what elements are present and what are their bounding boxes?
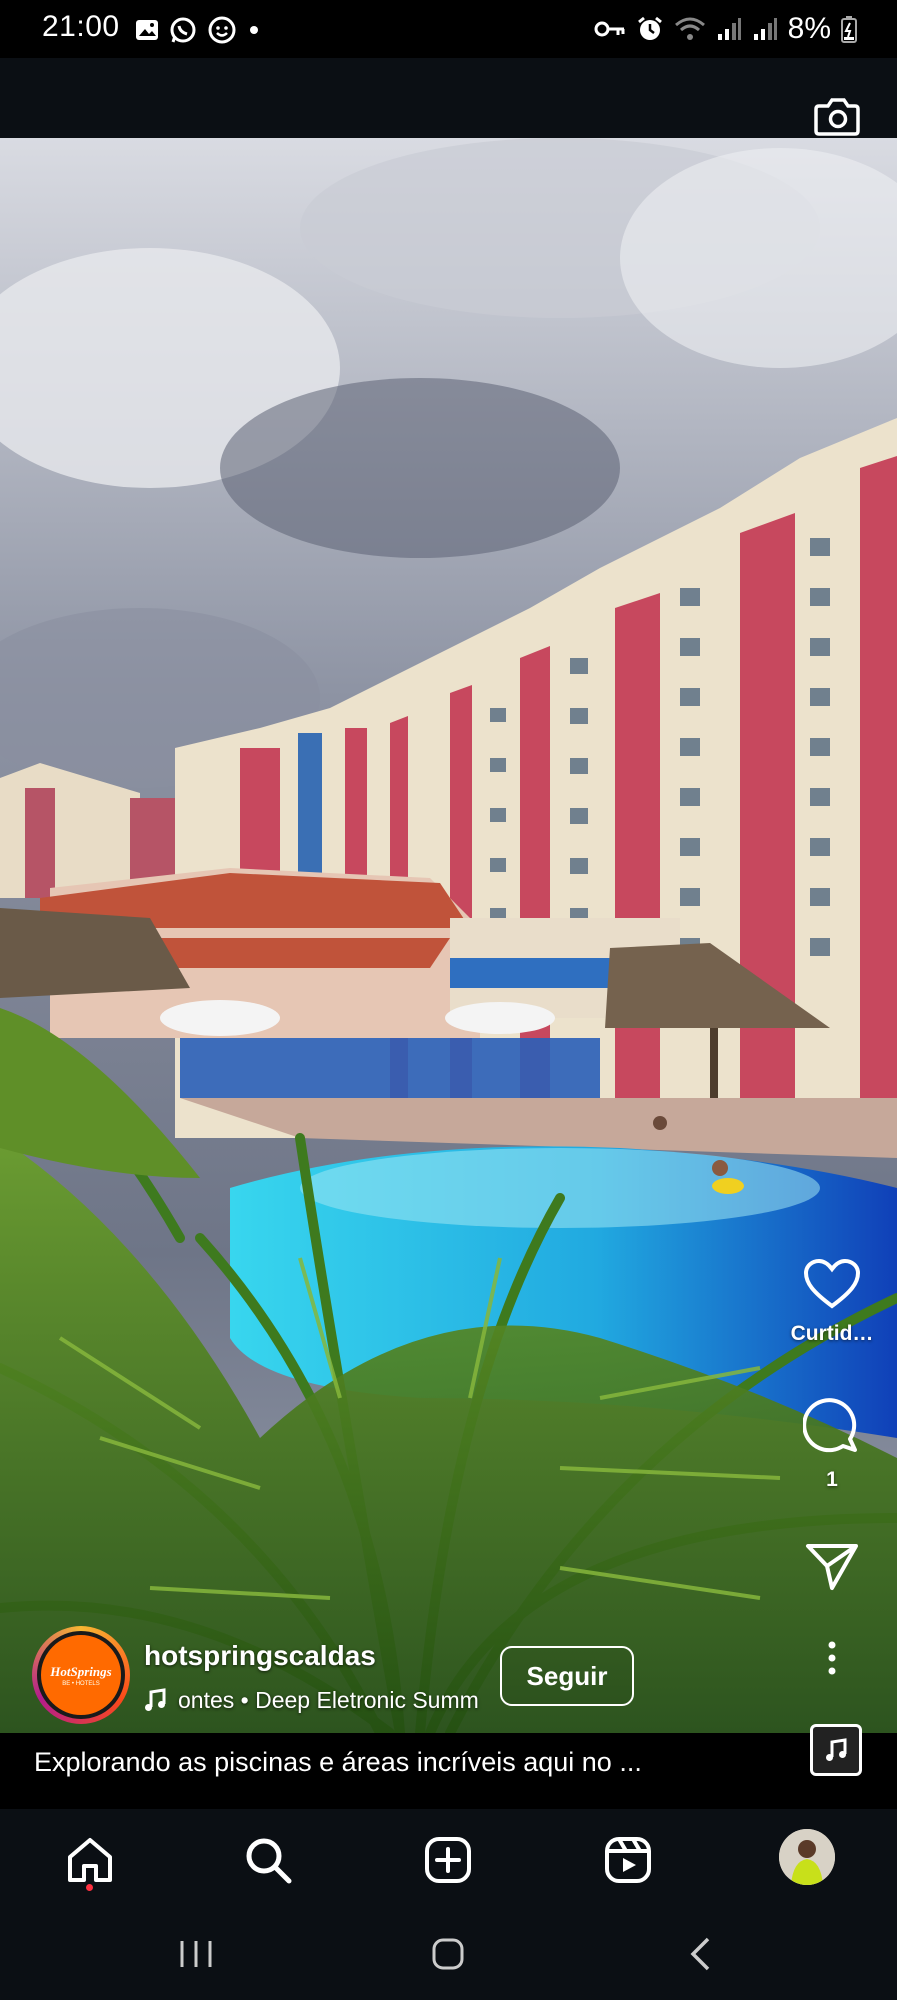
music-note-icon — [826, 1738, 847, 1761]
share-button[interactable] — [767, 1542, 897, 1592]
audio-page-thumbnail[interactable] — [810, 1724, 862, 1776]
notification-dot — [250, 26, 258, 34]
follow-button[interactable]: Seguir — [500, 1646, 634, 1706]
author-avatar[interactable]: HotSprings BE • HOTELS — [32, 1626, 130, 1724]
battery-percent: 8% — [787, 12, 831, 45]
home-system-button[interactable] — [418, 1932, 478, 1976]
profile-avatar[interactable] — [779, 1829, 835, 1885]
whatsapp-icon — [170, 17, 196, 43]
alarm-icon — [637, 16, 662, 40]
gallery-icon — [136, 20, 158, 40]
avatar-logo-text: HotSprings — [50, 1663, 112, 1679]
resort-scene-image — [0, 138, 897, 1733]
music-ticker[interactable]: ontes • Deep Eletronic Summ — [144, 1684, 484, 1716]
like-label: Curtid… — [790, 1322, 874, 1345]
status-system-icons: 8% — [594, 12, 857, 46]
recent-apps-icon — [180, 1941, 212, 1967]
signal-icon — [753, 18, 777, 40]
more-vertical-icon — [828, 1641, 836, 1675]
wifi-icon — [674, 17, 705, 40]
status-bar: 21:00 8% — [0, 0, 897, 58]
back-button[interactable] — [670, 1932, 730, 1976]
profile-photo — [779, 1829, 835, 1885]
camera-button[interactable] — [813, 94, 861, 138]
music-title: ontes • Deep Eletronic Summ — [178, 1686, 479, 1713]
recent-apps-button[interactable] — [166, 1932, 226, 1976]
create-icon — [425, 1837, 471, 1883]
nav-search[interactable] — [238, 1830, 298, 1890]
whatsapp-business-icon — [208, 16, 236, 44]
avatar-logo-sub: BE • HOTELS — [62, 1680, 100, 1687]
home-icon — [68, 1838, 112, 1882]
like-button[interactable]: Curtid… — [767, 1258, 897, 1346]
comment-icon — [803, 1398, 857, 1453]
send-icon — [806, 1544, 858, 1590]
more-options-button[interactable] — [767, 1640, 897, 1676]
reel-video[interactable] — [0, 138, 897, 1733]
status-notification-icons — [134, 14, 262, 46]
reels-icon — [605, 1837, 651, 1883]
nav-create[interactable] — [418, 1830, 478, 1890]
nav-reels[interactable] — [598, 1830, 658, 1890]
status-time: 21:00 — [42, 10, 120, 43]
comment-count: 1 — [826, 1468, 838, 1491]
music-note-icon — [145, 1688, 166, 1711]
back-chevron-icon — [690, 1937, 710, 1971]
notification-dot — [86, 1884, 93, 1891]
home-circle-icon — [432, 1938, 464, 1970]
search-icon — [246, 1838, 292, 1884]
author-username[interactable]: hotspringscaldas — [144, 1640, 376, 1672]
reel-caption[interactable]: Explorando as piscinas e áreas incríveis… — [34, 1747, 642, 1778]
vpn-key-icon — [594, 21, 625, 37]
signal-icon — [717, 18, 741, 40]
comment-button[interactable]: 1 — [767, 1398, 897, 1492]
nav-home[interactable] — [60, 1830, 120, 1890]
heart-icon — [803, 1258, 861, 1309]
battery-icon — [841, 16, 857, 43]
camera-icon — [814, 98, 860, 136]
reels-header — [0, 58, 897, 138]
